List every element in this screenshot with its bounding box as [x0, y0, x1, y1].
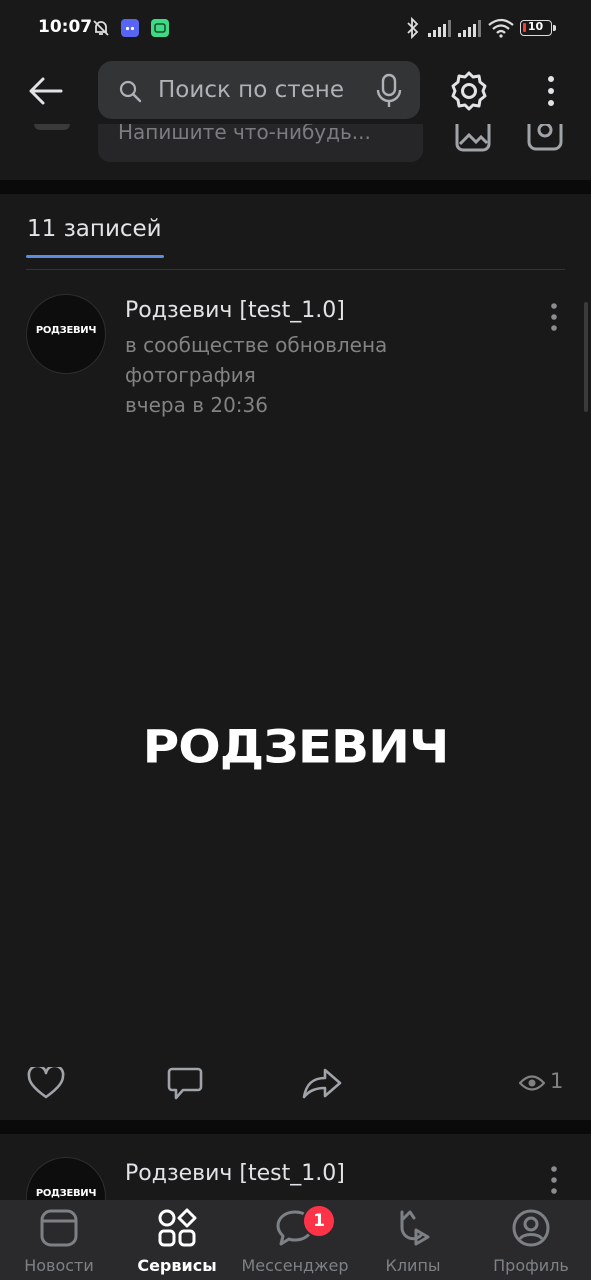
more-vertical-icon[interactable] [545, 74, 557, 108]
wifi-icon [488, 18, 514, 38]
nav-label: Мессенджер [241, 1256, 349, 1275]
post-action-line1: в сообществе обновлена [125, 333, 388, 357]
composer-avatar [34, 124, 70, 130]
nav-messenger[interactable]: Мессенджер [236, 1200, 354, 1280]
top-app-bar: Поиск по стене Напишите что-нибудь... [0, 56, 591, 180]
bluetooth-icon [407, 17, 419, 39]
post-composer[interactable]: Напишите что-нибудь... [98, 124, 423, 162]
camera-icon[interactable] [526, 124, 564, 154]
search-placeholder: Поиск по стене [158, 77, 344, 103]
bell-off-icon [93, 20, 109, 36]
battery-level: 10 [527, 20, 544, 33]
microphone-icon[interactable] [374, 73, 404, 109]
post-timestamp[interactable]: вчера в 20:36 [125, 390, 268, 420]
views-eye-icon [519, 1075, 545, 1091]
photo-icon[interactable] [454, 124, 492, 154]
search-icon [119, 80, 142, 103]
settings-gear-icon[interactable] [448, 70, 490, 112]
share-icon[interactable] [302, 1067, 342, 1099]
tab-indicator [26, 255, 164, 258]
nav-label: Клипы [385, 1256, 441, 1275]
posts-count-tab[interactable]: 11 записей [27, 216, 162, 242]
nav-profile[interactable]: Профиль [472, 1200, 590, 1280]
nav-label: Сервисы [137, 1256, 217, 1275]
composer-placeholder: Напишите что-нибудь... [118, 124, 371, 144]
post-menu-icon[interactable] [549, 1165, 559, 1195]
back-arrow-icon[interactable] [28, 76, 64, 106]
avatar-logo-text: РОДЗЕВИЧ [35, 1188, 97, 1199]
post-menu-icon[interactable] [549, 302, 559, 332]
wall-posts-panel: 11 записей РОДЗЕВИЧ Родзевич [test_1.0] … [0, 194, 591, 1120]
discord-icon [121, 19, 139, 37]
battery-icon: 10 [520, 20, 552, 36]
post-action-line2: фотография [125, 363, 256, 387]
bottom-navigation: Новости Сервисы Мессенджер Клипы Профиль [0, 1200, 591, 1280]
post-author[interactable]: Родзевич [test_1.0] [125, 1161, 345, 1186]
views-count: 1 [550, 1069, 564, 1093]
profile-icon [512, 1209, 550, 1247]
signal-icon [428, 20, 451, 37]
android-app-icon [151, 19, 169, 37]
post-avatar[interactable]: РОДЗЕВИЧ [26, 294, 106, 374]
divider [26, 269, 565, 270]
clips-icon [400, 1210, 430, 1246]
search-input[interactable]: Поиск по стене [98, 61, 420, 119]
nav-label: Новости [24, 1256, 94, 1275]
nav-clips[interactable]: Клипы [354, 1200, 472, 1280]
photo-logo-text: РОДЗЕВИЧ [142, 720, 450, 774]
post-author[interactable]: Родзевич [test_1.0] [125, 298, 345, 323]
avatar-logo-text: РОДЗЕВИЧ [35, 325, 97, 336]
signal-icon [458, 20, 481, 37]
news-icon [40, 1209, 78, 1247]
post-photo[interactable]: РОДЗЕВИЧ [0, 426, 591, 1056]
messenger-unread-badge: 1 [302, 1204, 336, 1238]
status-bar: 10:07 10 [0, 0, 591, 56]
nav-label: Профиль [493, 1256, 569, 1275]
nav-news[interactable]: Новости [0, 1200, 118, 1280]
nav-services[interactable]: Сервисы [118, 1200, 236, 1280]
status-time: 10:07 [38, 17, 93, 37]
scrollbar[interactable] [584, 302, 588, 412]
like-heart-icon[interactable] [27, 1067, 65, 1099]
services-icon [158, 1208, 197, 1247]
comment-icon[interactable] [167, 1067, 203, 1101]
battery-tip [553, 25, 556, 31]
